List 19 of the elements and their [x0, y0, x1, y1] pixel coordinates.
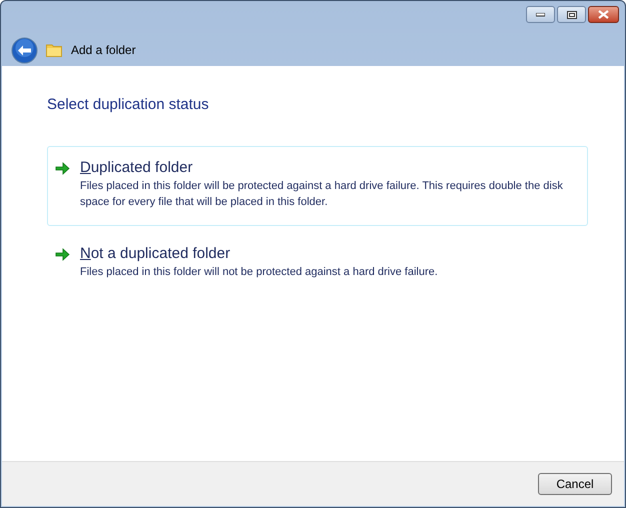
minimize-button[interactable]	[526, 6, 555, 23]
back-icon[interactable]	[11, 36, 38, 64]
option-description: Files placed in this folder will be protected against a hard drive failure. This requires double the disk space for every file that will be placed in this folder.	[80, 178, 564, 210]
folder-icon	[46, 43, 62, 57]
maximize-button[interactable]	[557, 6, 586, 23]
maximize-icon	[566, 10, 576, 18]
option-title: Duplicated folder	[80, 158, 194, 176]
option-description: Files placed in this folder will not be protected against a hard drive failure.	[80, 264, 438, 280]
close-button[interactable]	[588, 6, 619, 23]
option-title: Not a duplicated folder	[80, 244, 232, 262]
command-link[interactable]: Not a duplicated folder Files placed in this folder will not be protected against a hard drive failure.	[47, 232, 588, 296]
arrow-icon	[55, 162, 70, 174]
close-icon	[598, 10, 609, 19]
arrow-icon	[55, 248, 70, 260]
command-link[interactable]: Duplicated folder Files placed in this folder will be protected against a hard drive failure. This requires double the disk space for every file that will be placed in this folder.	[47, 146, 588, 226]
window-title: Add a folder	[71, 42, 136, 59]
minimize-icon	[536, 12, 545, 16]
cancel-button[interactable]: Cancel	[538, 473, 612, 495]
page-heading: Select duplication status	[47, 95, 210, 115]
